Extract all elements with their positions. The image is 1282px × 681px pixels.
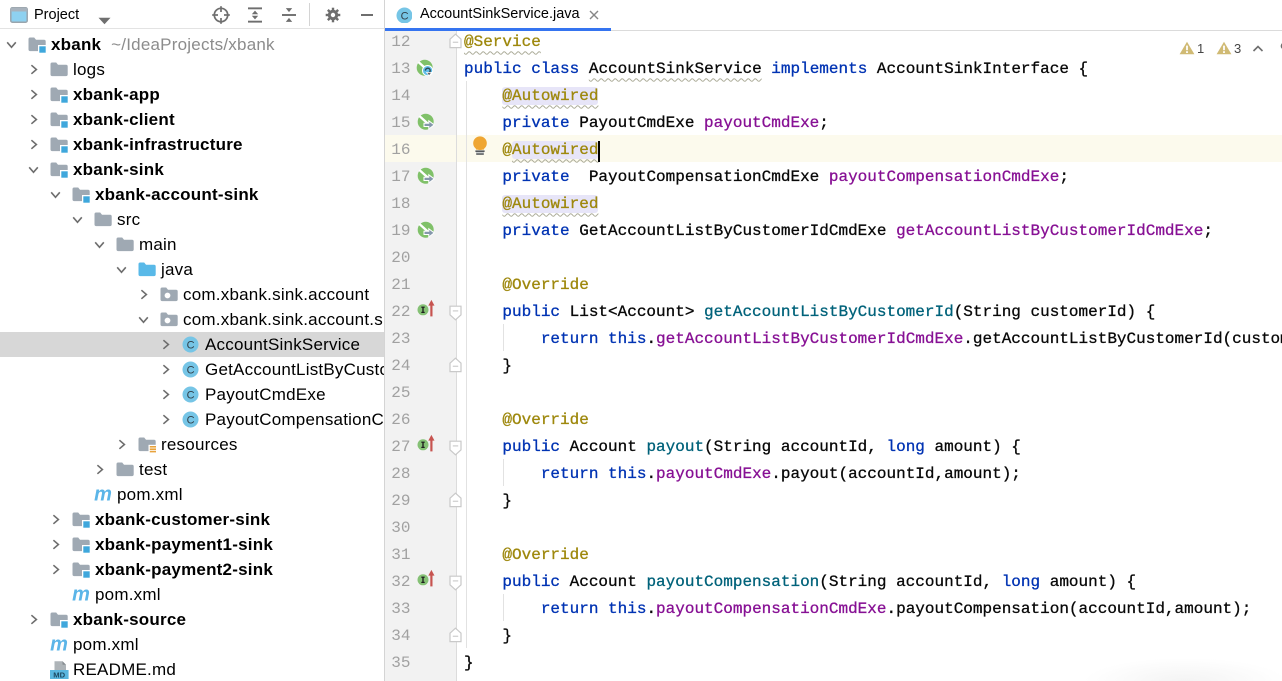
svg-text:C: C	[187, 364, 195, 376]
svg-text:m: m	[72, 586, 90, 604]
svg-text:m: m	[94, 486, 112, 504]
svg-text:m: m	[50, 636, 68, 654]
svg-text:C: C	[187, 339, 195, 351]
svg-text:C: C	[187, 389, 195, 401]
svg-text:C: C	[401, 11, 409, 23]
svg-text:C: C	[187, 414, 195, 426]
svg-text:MD: MD	[53, 670, 65, 679]
